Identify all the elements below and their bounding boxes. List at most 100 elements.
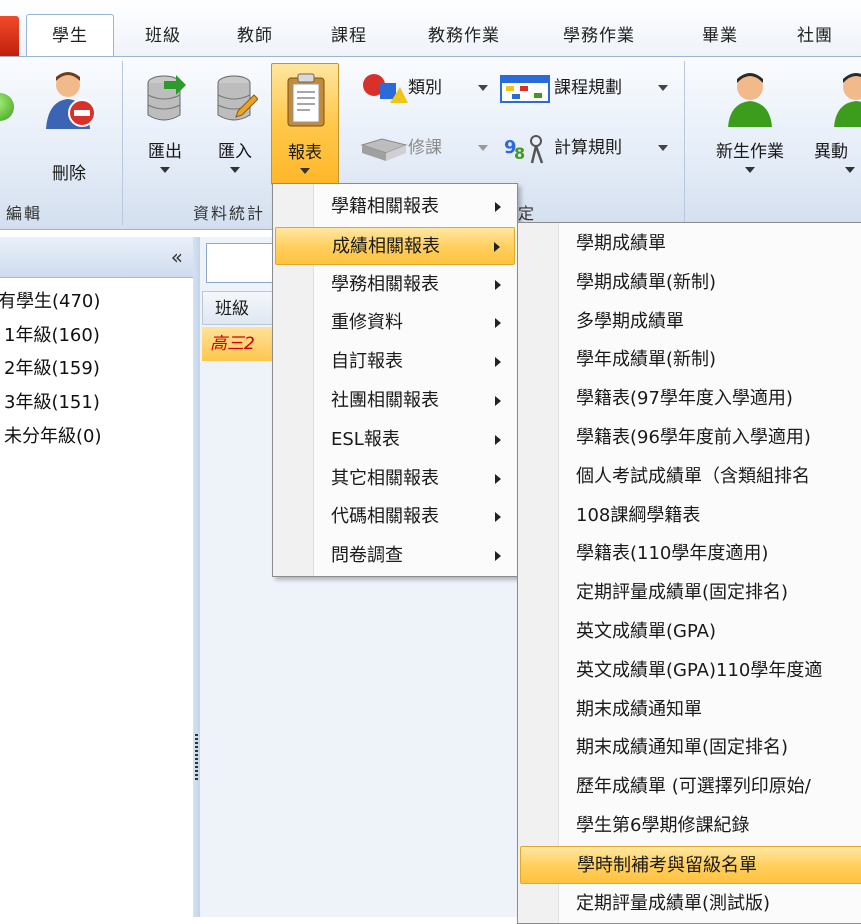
panel-splitter[interactable]	[193, 237, 200, 917]
grade-report-item[interactable]: 期末成績通知單(固定排名)	[520, 729, 861, 767]
tab-academic-affairs[interactable]: 教務作業	[408, 16, 520, 56]
report-menu-item[interactable]: 學務相關報表	[275, 266, 515, 304]
tree-item-all-students[interactable]: 有學生(470)	[0, 287, 100, 313]
submenu-arrow-icon	[495, 318, 501, 329]
tree-item-ungraded[interactable]: 未分年級(0)	[4, 422, 102, 448]
calc-rule-button[interactable]: 9 8 計算規則	[498, 131, 678, 165]
grade-report-item[interactable]: 學時制補考與留級名單	[520, 845, 861, 884]
change-student-icon	[834, 73, 861, 127]
report-menu-item[interactable]: 其它相關報表	[275, 460, 515, 498]
tab-student-affairs[interactable]: 學務作業	[543, 16, 655, 56]
grade-report-item-label: 期末成績通知單	[576, 698, 702, 720]
grade-report-item-label: 學年成績單(新制)	[576, 349, 717, 371]
report-menu-item-label: 學籍相關報表	[331, 196, 439, 217]
report-menu-item[interactable]: 重修資料	[275, 304, 515, 342]
grade-report-item[interactable]: 108課綱學籍表	[520, 497, 861, 535]
submenu-arrow-icon	[495, 202, 501, 212]
tab-club[interactable]: 社團	[775, 16, 855, 56]
collapse-panel-button[interactable]: «	[171, 245, 183, 269]
book-icon	[360, 138, 408, 161]
add-icon[interactable]	[0, 93, 14, 121]
export-button[interactable]: 匯出	[134, 63, 196, 183]
enroll-button: 修課	[356, 131, 496, 165]
tab-teacher[interactable]: 教師	[214, 16, 296, 56]
grade-report-item[interactable]: 學籍表(110學年度適用)	[520, 535, 861, 573]
grade-report-item[interactable]: 定期評量成績單(固定排名)	[520, 574, 861, 612]
grade-report-submenu: 學期成績單 學期成績單(新制) 多學期成績單學年成績單(新制) 學籍表(97學年度入學…	[517, 222, 861, 924]
report-menu-item[interactable]: 社團相關報表	[275, 382, 515, 420]
grade-report-item-label: 學籍表(110學年度適用)	[576, 543, 769, 565]
report-button[interactable]: 報表	[271, 63, 339, 185]
course-plan-button[interactable]: 課程規劃	[498, 71, 678, 105]
group-label-data: 資料統計	[193, 204, 266, 223]
new-student-button[interactable]: 新生作業	[702, 63, 798, 183]
grade-report-item[interactable]: 學期成績單(新制)	[520, 264, 861, 302]
grade-report-item-label: 學時制補考與留級名單	[577, 854, 757, 876]
import-button[interactable]: 匯入	[204, 63, 266, 183]
tree-item-grade-3[interactable]: 3年級(151)	[4, 388, 100, 414]
report-menu-item[interactable]: ESL報表	[275, 421, 515, 459]
submenu-arrow-icon	[495, 357, 501, 368]
report-menu-item[interactable]: 自訂報表	[275, 343, 515, 381]
grade-report-item[interactable]: 英文成績單(GPA)	[520, 613, 861, 651]
search-input[interactable]	[206, 243, 278, 283]
report-menu-item-label: ESL報表	[331, 428, 400, 450]
delete-button[interactable]: 刪除	[38, 63, 100, 184]
grade-report-item-label: 英文成績單(GPA)	[576, 621, 717, 642]
grade-report-item-label: 學籍表(96學年度前入學適用)	[576, 427, 811, 448]
category-label: 類別	[408, 78, 442, 98]
delete-label: 刪除	[52, 164, 86, 184]
calculator-tools-icon: 9 8	[504, 135, 544, 164]
group-label-settings: 定	[518, 204, 537, 223]
import-label: 匯入	[218, 142, 252, 162]
report-label: 報表	[288, 143, 322, 163]
submenu-arrow-icon	[495, 279, 501, 290]
grade-report-item[interactable]: 多學期成績單	[520, 303, 861, 341]
submenu-arrow-icon	[494, 241, 500, 252]
tab-course[interactable]: 課程	[308, 16, 390, 56]
grade-report-item-label: 個人考試成績單（含類組排名	[576, 465, 810, 487]
category-button[interactable]: 類別	[356, 71, 496, 105]
grade-report-item[interactable]: 學期成績單	[520, 225, 861, 263]
group-separator	[684, 61, 685, 225]
grade-report-item-label: 期末成績通知單(固定排名)	[576, 737, 789, 759]
table-row-selected[interactable]: 高三2	[202, 327, 282, 361]
course-plan-label: 課程規劃	[554, 78, 622, 98]
tree-item-grade-2[interactable]: 2年級(159)	[4, 354, 100, 380]
new-student-dropdown-arrow	[745, 167, 755, 173]
grade-report-item-label: 歷年成績單 (可選擇列印原始/	[576, 776, 811, 798]
report-menu-item[interactable]: 代碼相關報表	[275, 498, 515, 536]
tab-class[interactable]: 班級	[122, 16, 204, 56]
grade-report-item-label: 多學期成績單	[576, 310, 684, 332]
tab-student[interactable]: 學生	[26, 14, 114, 58]
calc-rule-dropdown-arrow	[658, 145, 668, 151]
splitter-grip[interactable]	[195, 734, 198, 782]
tab-graduation[interactable]: 畢業	[680, 16, 760, 56]
report-menu-item[interactable]: 問卷調查	[275, 537, 515, 575]
student-tree-panel: « 有學生(470) 1年級(160) 2年級(159) 3年級(151) 未分…	[0, 237, 194, 917]
tree-item-grade-1[interactable]: 1年級(160)	[4, 321, 100, 347]
report-menu-item-label: 其它相關報表	[331, 467, 439, 489]
shapes-category-icon	[363, 74, 408, 103]
submenu-arrow-icon	[495, 512, 501, 523]
grade-report-item[interactable]: 學年成績單(新制)	[520, 341, 861, 379]
grade-report-item[interactable]: 個人考試成績單（含類組排名	[520, 458, 861, 496]
report-menu-item[interactable]: 成績相關報表	[275, 226, 515, 265]
grade-report-item[interactable]: 期末成績通知單	[520, 691, 861, 729]
grade-report-item-label: 學生第6學期修課紀錄	[576, 815, 750, 836]
report-dropdown-arrow	[300, 168, 310, 174]
grade-report-item[interactable]: 歷年成績單 (可選擇列印原始/	[520, 768, 861, 806]
report-menu-item[interactable]: 學籍相關報表	[275, 188, 515, 226]
submenu-arrow-icon	[495, 434, 501, 445]
grade-report-item[interactable]: 學生第6學期修課紀錄	[520, 807, 861, 845]
svg-text:8: 8	[514, 144, 525, 163]
grade-report-item[interactable]: 學籍表(96學年度前入學適用)	[520, 419, 861, 457]
enroll-label: 修課	[408, 138, 442, 158]
grade-report-item[interactable]: 英文成績單(GPA)110學年度適	[520, 652, 861, 690]
column-header-class[interactable]: 班級	[202, 291, 282, 325]
grade-report-item[interactable]: 學籍表(97學年度入學適用)	[520, 380, 861, 418]
application-menu-button[interactable]	[0, 16, 19, 56]
change-button[interactable]: 異動	[806, 63, 861, 183]
report-menu-item-label: 問卷調查	[331, 545, 403, 567]
change-label: 異動	[814, 142, 848, 162]
